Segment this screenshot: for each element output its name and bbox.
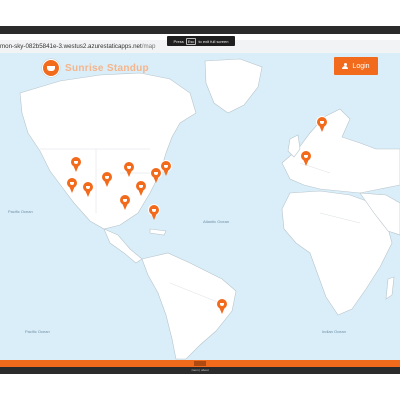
map-marker[interactable] [148, 204, 160, 220]
fullscreen-suffix-text: to exit full screen [198, 38, 229, 44]
madagascar-landmass [385, 276, 395, 300]
ocean-label-atlantic: Atlantic Ocean [203, 219, 230, 224]
ocean-label-indian: Indian Ocean [322, 329, 346, 334]
login-label: Login [352, 62, 370, 70]
map-marker[interactable] [66, 177, 78, 193]
url-path: /map [141, 43, 156, 50]
map-marker[interactable] [119, 194, 131, 210]
brand-name: Sunrise Standup [65, 62, 149, 74]
ocean-label-pacific-north: Pacific Ocean [8, 209, 33, 214]
map-marker[interactable] [82, 181, 94, 197]
bottom-status-bar: zoom | about [0, 367, 400, 374]
browser-chrome-bar [0, 26, 400, 34]
map-marker[interactable] [160, 160, 172, 176]
fullscreen-press-text: Press [173, 38, 184, 44]
user-icon [342, 62, 349, 70]
footer-handle [194, 361, 206, 366]
map-marker[interactable] [101, 171, 113, 187]
bottom-status-text: zoom | about [191, 368, 209, 372]
map-marker[interactable] [70, 156, 82, 172]
brand[interactable]: Sunrise Standup [42, 59, 149, 77]
map-marker[interactable] [300, 150, 312, 166]
esc-key-label: Esc [185, 37, 197, 45]
footer-bar [0, 360, 400, 367]
map-land-layer [19, 58, 400, 360]
north-america-landmass [19, 72, 197, 230]
map-marker[interactable] [123, 161, 135, 177]
map-marker[interactable] [316, 116, 328, 132]
caribbean-islands [149, 228, 167, 236]
map-marker[interactable] [216, 298, 228, 314]
url-host: mon-sky-082b5841e-3.westus2.azurestatica… [0, 43, 142, 50]
ocean-label-pacific-south: Pacific Ocean [25, 329, 50, 334]
coffee-cup-logo-icon [42, 59, 60, 77]
central-america-landmass [103, 228, 143, 264]
world-map[interactable]: Pacific Ocean Atlantic Ocean Pacific Oce… [0, 53, 400, 360]
top-margin [0, 0, 400, 26]
greenland-landmass [204, 58, 263, 114]
map-marker[interactable] [135, 180, 147, 196]
login-button[interactable]: Login [334, 57, 378, 75]
fullscreen-banner: Press Esc to exit full screen [167, 36, 235, 46]
screen: mon-sky-082b5841e-3.westus2.azurestatica… [0, 0, 400, 400]
